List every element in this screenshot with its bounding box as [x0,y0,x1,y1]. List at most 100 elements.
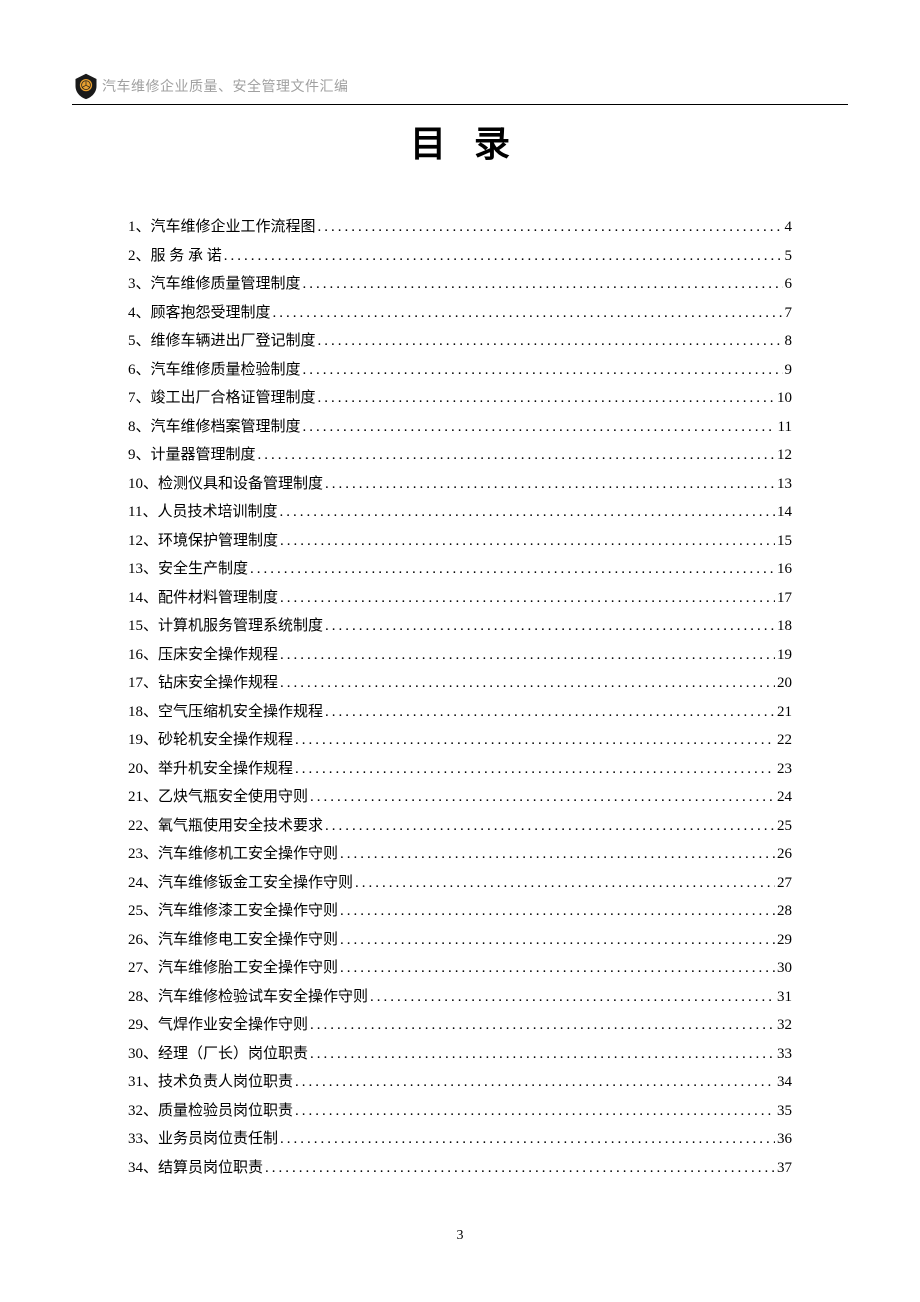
header-text: 汽车维修企业质量、安全管理文件汇编 [102,76,349,96]
toc-entry-label: 20、举升机安全操作规程 [128,755,293,784]
toc-leader-dots: ........................................… [280,669,775,698]
toc-leader-dots: ........................................… [303,356,783,385]
toc-entry: 11、人员技术培训制度.............................… [128,498,792,527]
toc-entry-page: 25 [777,812,792,841]
toc-leader-dots: ........................................… [325,612,775,641]
toc-entry-label: 26、汽车维修电工安全操作守则 [128,926,338,955]
toc-entry: 19、砂轮机安全操作规程............................… [128,726,792,755]
toc-entry: 18、空气压缩机安全操作规程..........................… [128,698,792,727]
toc-leader-dots: ........................................… [303,413,776,442]
toc-entry-page: 16 [777,555,792,584]
toc-entry-label: 11、人员技术培训制度 [128,498,277,527]
toc-entry-label: 19、砂轮机安全操作规程 [128,726,293,755]
toc-leader-dots: ........................................… [355,869,775,898]
toc-leader-dots: ........................................… [273,299,783,328]
logo-icon [72,72,100,100]
toc-leader-dots: ........................................… [310,1011,775,1040]
toc-entry-page: 28 [777,897,792,926]
toc-entry-page: 7 [785,299,793,328]
toc-entry: 23、汽车维修机工安全操作守则.........................… [128,840,792,869]
toc-entry: 17、钻床安全操作规程.............................… [128,669,792,698]
toc-entry-page: 15 [777,527,792,556]
toc-entry: 8、汽车维修档案管理制度............................… [128,413,792,442]
toc-leader-dots: ........................................… [280,1125,775,1154]
toc-entry-label: 9、计量器管理制度 [128,441,256,470]
toc-entry-page: 29 [777,926,792,955]
toc-entry-page: 36 [777,1125,792,1154]
toc-entry-label: 15、计算机服务管理系统制度 [128,612,323,641]
toc-entry-label: 23、汽车维修机工安全操作守则 [128,840,338,869]
toc-entry-label: 33、业务员岗位责任制 [128,1125,278,1154]
toc-entry: 24、汽车维修钣金工安全操作守则........................… [128,869,792,898]
toc-entry: 26、汽车维修电工安全操作守则.........................… [128,926,792,955]
toc-entry-page: 17 [777,584,792,613]
toc-entry-label: 27、汽车维修胎工安全操作守则 [128,954,338,983]
toc-entry: 12、环境保护管理制度.............................… [128,527,792,556]
toc-leader-dots: ........................................… [280,584,775,613]
toc-entry-page: 9 [785,356,793,385]
toc-entry: 29、气焊作业安全操作守则...........................… [128,1011,792,1040]
toc-entry-label: 31、技术负责人岗位职责 [128,1068,293,1097]
toc-entry-page: 21 [777,698,792,727]
toc-entry-page: 31 [777,983,792,1012]
toc-entry: 33、业务员岗位责任制.............................… [128,1125,792,1154]
toc-entry: 32、质量检验员岗位职责............................… [128,1097,792,1126]
toc-entry-label: 14、配件材料管理制度 [128,584,278,613]
toc-entry: 28、汽车维修检验试车安全操作守则.......................… [128,983,792,1012]
toc-entry: 5、维修车辆进出厂登记制度...........................… [128,327,792,356]
toc-entry-page: 35 [777,1097,792,1126]
toc-entry-label: 4、顾客抱怨受理制度 [128,299,271,328]
toc-entry: 4、顾客抱怨受理制度..............................… [128,299,792,328]
toc-entry: 31、技术负责人岗位职责............................… [128,1068,792,1097]
document-header: 汽车维修企业质量、安全管理文件汇编 [0,0,920,100]
page-number: 3 [0,1228,920,1244]
toc-entry-label: 10、检测仪具和设备管理制度 [128,470,323,499]
toc-leader-dots: ........................................… [224,242,783,271]
toc-entry-page: 5 [785,242,793,271]
toc-leader-dots: ........................................… [325,470,775,499]
toc-leader-dots: ........................................… [265,1154,775,1183]
page-title: 目录 [0,115,920,167]
toc-leader-dots: ........................................… [295,755,775,784]
toc-leader-dots: ........................................… [318,213,783,242]
toc-entry: 27、汽车维修胎工安全操作守则.........................… [128,954,792,983]
toc-entry: 10、检测仪具和设备管理制度..........................… [128,470,792,499]
toc-entry-page: 18 [777,612,792,641]
table-of-contents: 1、汽车维修企业工作流程图...........................… [0,213,920,1182]
toc-entry-page: 14 [777,498,792,527]
toc-entry-page: 34 [777,1068,792,1097]
toc-leader-dots: ........................................… [325,698,775,727]
toc-entry-label: 22、氧气瓶使用安全技术要求 [128,812,323,841]
toc-leader-dots: ........................................… [280,641,775,670]
toc-entry-label: 5、维修车辆进出厂登记制度 [128,327,316,356]
toc-entry: 21、乙炔气瓶安全使用守则...........................… [128,783,792,812]
toc-leader-dots: ........................................… [310,1040,775,1069]
toc-entry-label: 8、汽车维修档案管理制度 [128,413,301,442]
toc-entry-label: 3、汽车维修质量管理制度 [128,270,301,299]
toc-leader-dots: ........................................… [310,783,775,812]
toc-entry: 3、汽车维修质量管理制度............................… [128,270,792,299]
toc-entry-page: 12 [777,441,792,470]
toc-entry: 25、汽车维修漆工安全操作守则.........................… [128,897,792,926]
toc-entry: 1、汽车维修企业工作流程图...........................… [128,213,792,242]
toc-entry-label: 2、服 务 承 诺 [128,242,222,271]
toc-entry-label: 7、竣工出厂合格证管理制度 [128,384,316,413]
toc-entry: 6、汽车维修质量检验制度............................… [128,356,792,385]
toc-entry: 14、配件材料管理制度.............................… [128,584,792,613]
toc-entry: 7、竣工出厂合格证管理制度...........................… [128,384,792,413]
toc-leader-dots: ........................................… [295,1068,775,1097]
toc-entry-label: 1、汽车维修企业工作流程图 [128,213,316,242]
toc-entry-page: 6 [785,270,793,299]
toc-entry-page: 11 [778,413,792,442]
toc-leader-dots: ........................................… [295,726,775,755]
toc-entry-page: 27 [777,869,792,898]
toc-entry-page: 13 [777,470,792,499]
toc-entry-label: 16、压床安全操作规程 [128,641,278,670]
toc-leader-dots: ........................................… [279,498,775,527]
toc-entry-label: 28、汽车维修检验试车安全操作守则 [128,983,368,1012]
toc-leader-dots: ........................................… [340,840,775,869]
toc-entry-page: 37 [777,1154,792,1183]
toc-entry: 2、服 务 承 诺...............................… [128,242,792,271]
toc-leader-dots: ........................................… [370,983,775,1012]
toc-entry: 20、举升机安全操作规程............................… [128,755,792,784]
